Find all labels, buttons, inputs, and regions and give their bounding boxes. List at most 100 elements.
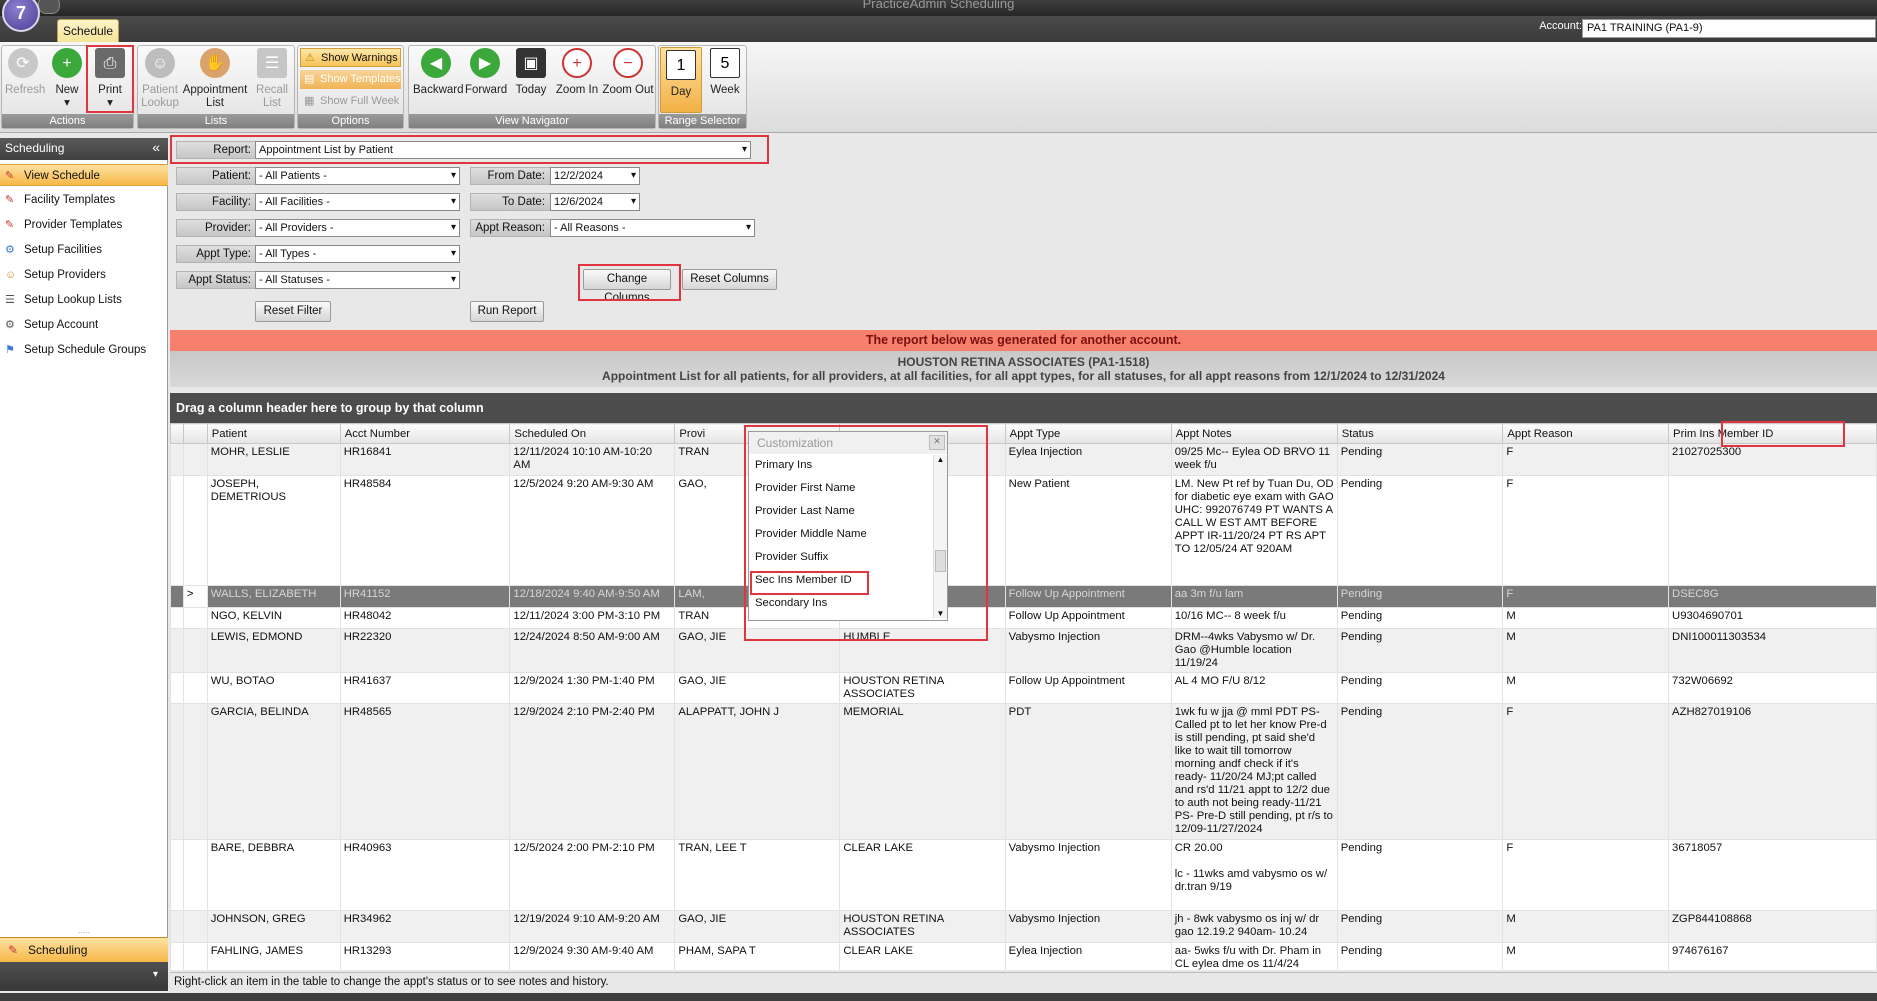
table-cell[interactable]: ZGP844108868 bbox=[1668, 910, 1877, 943]
print-button[interactable]: ⎙ Print ▾ bbox=[90, 48, 130, 110]
table-row[interactable]: JOSEPH, DEMETRIOUS HR48584 12/5/2024 9:20 … bbox=[170, 475, 1877, 586]
patient-lookup-button[interactable]: ☺ Patient Lookup bbox=[140, 48, 180, 110]
customization-popup[interactable]: Customization ✕ Primary Ins Provider Firs… bbox=[748, 431, 948, 621]
table-cell[interactable]: Vabysmo Injection bbox=[1004, 628, 1172, 673]
table-cell[interactable]: HUMBLE bbox=[839, 628, 1006, 673]
column-header[interactable]: Acct Number bbox=[339, 423, 511, 444]
table-cell[interactable]: Eylea Injection bbox=[1004, 443, 1172, 476]
table-cell[interactable]: M bbox=[1502, 607, 1670, 629]
table-cell[interactable]: DNI100011303534 bbox=[1668, 628, 1877, 673]
forward-button[interactable]: ▶ Forward bbox=[465, 48, 507, 97]
table-cell[interactable]: GAO, JIE bbox=[674, 910, 841, 943]
row-indicator[interactable] bbox=[182, 443, 208, 476]
table-cell[interactable]: MOHR, LESLIE bbox=[206, 443, 341, 476]
table-cell[interactable]: 10/16 MC-- 8 week f/u bbox=[1170, 607, 1338, 629]
table-cell[interactable]: 36718057 bbox=[1668, 839, 1877, 911]
row-indicator[interactable] bbox=[182, 942, 208, 970]
table-cell[interactable]: HR41152 bbox=[339, 585, 511, 608]
table-cell[interactable]: GAO, JIE bbox=[674, 628, 841, 673]
table-cell[interactable]: NGO, KELVIN bbox=[206, 607, 341, 629]
table-cell[interactable]: ALAPPATT, JOHN J bbox=[674, 703, 841, 840]
table-cell[interactable]: 12/11/2024 3:00 PM-3:10 PM bbox=[509, 607, 676, 629]
to-date-picker[interactable]: 12/6/2024 bbox=[550, 193, 640, 211]
table-cell[interactable]: 12/19/2024 9:10 AM-9:20 AM bbox=[509, 910, 676, 943]
facility-select[interactable]: - All Facilities - bbox=[255, 193, 460, 211]
table-cell[interactable]: 12/9/2024 9:30 AM-9:40 AM bbox=[509, 942, 676, 970]
table-cell[interactable]: Follow Up Appointment bbox=[1004, 607, 1172, 629]
column-header-prim-ins-member-id[interactable]: Prim Ins Member ID bbox=[1668, 423, 1877, 444]
table-cell[interactable]: jh - 8wk vabysmo os inj w/ dr gao 12.19.… bbox=[1170, 910, 1338, 943]
table-cell[interactable] bbox=[1668, 475, 1877, 586]
sidebar-splitter[interactable]: ..... bbox=[0, 927, 168, 937]
row-indicator[interactable] bbox=[182, 703, 208, 840]
table-cell[interactable]: 12/5/2024 2:00 PM-2:10 PM bbox=[509, 839, 676, 911]
day-button[interactable]: 1 Day bbox=[660, 47, 702, 113]
show-templates-toggle[interactable]: ▤ Show Templates bbox=[300, 70, 401, 89]
chevron-down-icon[interactable]: ▾ bbox=[153, 969, 158, 980]
table-cell[interactable]: HR34962 bbox=[339, 910, 511, 943]
change-columns-button[interactable]: Change Columns bbox=[583, 269, 671, 304]
refresh-button[interactable]: ⟳ Refresh bbox=[5, 48, 45, 97]
table-cell[interactable]: New Patient bbox=[1004, 475, 1172, 586]
table-cell[interactable]: HOUSTON RETINA ASSOCIATES bbox=[839, 910, 1006, 943]
table-cell[interactable]: LEWIS, EDMOND bbox=[206, 628, 341, 673]
column-chooser-item[interactable]: Provider Last Name bbox=[749, 500, 947, 523]
row-indicator[interactable] bbox=[182, 839, 208, 911]
table-cell[interactable]: aa- 5wks f/u with Dr. Pham in CL eylea d… bbox=[1170, 942, 1338, 970]
table-cell[interactable]: Pending bbox=[1336, 443, 1504, 476]
sidebar-bottom-scheduling[interactable]: ✎ Scheduling bbox=[0, 937, 168, 962]
table-row[interactable]: JOHNSON, GREG HR34962 12/19/2024 9:10 AM-9… bbox=[170, 910, 1877, 943]
customization-scrollbar[interactable]: ▲ ▼ bbox=[933, 455, 947, 618]
table-cell[interactable]: aa 3m f/u lam bbox=[1170, 585, 1338, 608]
scroll-up-icon[interactable]: ▲ bbox=[934, 455, 947, 464]
table-cell[interactable]: Pending bbox=[1336, 672, 1504, 704]
zoom-out-button[interactable]: − Zoom Out bbox=[601, 48, 655, 97]
table-cell[interactable]: Pending bbox=[1336, 910, 1504, 943]
row-indicator[interactable]: > bbox=[182, 585, 208, 608]
table-cell[interactable]: DSEC8G bbox=[1668, 585, 1877, 608]
table-cell[interactable]: 974676167 bbox=[1668, 942, 1877, 970]
table-cell[interactable]: HR13293 bbox=[339, 942, 511, 970]
table-cell[interactable]: WU, BOTAO bbox=[206, 672, 341, 704]
table-cell[interactable]: Vabysmo Injection bbox=[1004, 910, 1172, 943]
column-header[interactable]: Patient bbox=[206, 423, 341, 444]
column-chooser-item[interactable]: Primary Ins bbox=[749, 454, 947, 477]
column-chooser-item[interactable]: Provider First Name bbox=[749, 477, 947, 500]
backward-button[interactable]: ◀ Backward bbox=[413, 48, 464, 97]
table-row[interactable]: GARCIA, BELINDA HR48565 12/9/2024 2:10 PM-… bbox=[170, 703, 1877, 840]
table-row[interactable]: NGO, KELVIN HR48042 12/11/2024 3:00 PM-3:1… bbox=[170, 607, 1877, 629]
table-cell[interactable]: Eylea Injection bbox=[1004, 942, 1172, 970]
table-cell[interactable]: M bbox=[1502, 942, 1670, 970]
sidebar-item-setup-schedule-groups[interactable]: ⚑ Setup Schedule Groups bbox=[0, 339, 168, 361]
appt-type-select[interactable]: - All Types - bbox=[255, 245, 460, 263]
tab-schedule[interactable]: Schedule bbox=[57, 19, 119, 42]
table-cell[interactable]: HR40963 bbox=[339, 839, 511, 911]
show-full-week-toggle[interactable]: ▦ Show Full Week bbox=[300, 92, 401, 111]
table-cell[interactable]: F bbox=[1502, 703, 1670, 840]
table-cell[interactable]: F bbox=[1502, 585, 1670, 608]
row-indicator[interactable] bbox=[182, 628, 208, 673]
table-cell[interactable]: 12/5/2024 9:20 AM-9:30 AM bbox=[509, 475, 676, 586]
table-cell[interactable]: Pending bbox=[1336, 585, 1504, 608]
table-cell[interactable]: 732W06692 bbox=[1668, 672, 1877, 704]
patient-select[interactable]: - All Patients - bbox=[255, 167, 460, 185]
table-cell[interactable]: 21027025300 bbox=[1668, 443, 1877, 476]
table-cell[interactable]: M bbox=[1502, 628, 1670, 673]
column-chooser-item-sec-ins-member-id[interactable]: Sec Ins Member ID bbox=[749, 569, 947, 592]
table-row[interactable]: LEWIS, EDMOND HR22320 12/24/2024 8:50 AM-9… bbox=[170, 628, 1877, 673]
row-indicator[interactable] bbox=[182, 607, 208, 629]
table-cell[interactable]: Pending bbox=[1336, 703, 1504, 840]
table-cell[interactable]: HR48042 bbox=[339, 607, 511, 629]
table-cell[interactable]: 12/24/2024 8:50 AM-9:00 AM bbox=[509, 628, 676, 673]
table-cell[interactable]: Pending bbox=[1336, 628, 1504, 673]
table-cell[interactable]: M bbox=[1502, 910, 1670, 943]
sidebar-item-provider-templates[interactable]: ✎ Provider Templates bbox=[0, 214, 168, 236]
table-cell[interactable]: Pending bbox=[1336, 942, 1504, 970]
table-row[interactable]: FAHLING, JAMES HR13293 12/9/2024 9:30 AM-9… bbox=[170, 942, 1877, 970]
table-cell[interactable]: CLEAR LAKE bbox=[839, 942, 1006, 970]
table-cell[interactable]: JOSEPH, DEMETRIOUS bbox=[206, 475, 341, 586]
sidebar-item-setup-facilities[interactable]: ⚙ Setup Facilities bbox=[0, 239, 168, 261]
from-date-picker[interactable]: 12/2/2024 bbox=[550, 167, 640, 185]
column-chooser-item[interactable]: Secondary Ins bbox=[749, 592, 947, 615]
column-header[interactable]: Appt Notes bbox=[1170, 423, 1338, 444]
